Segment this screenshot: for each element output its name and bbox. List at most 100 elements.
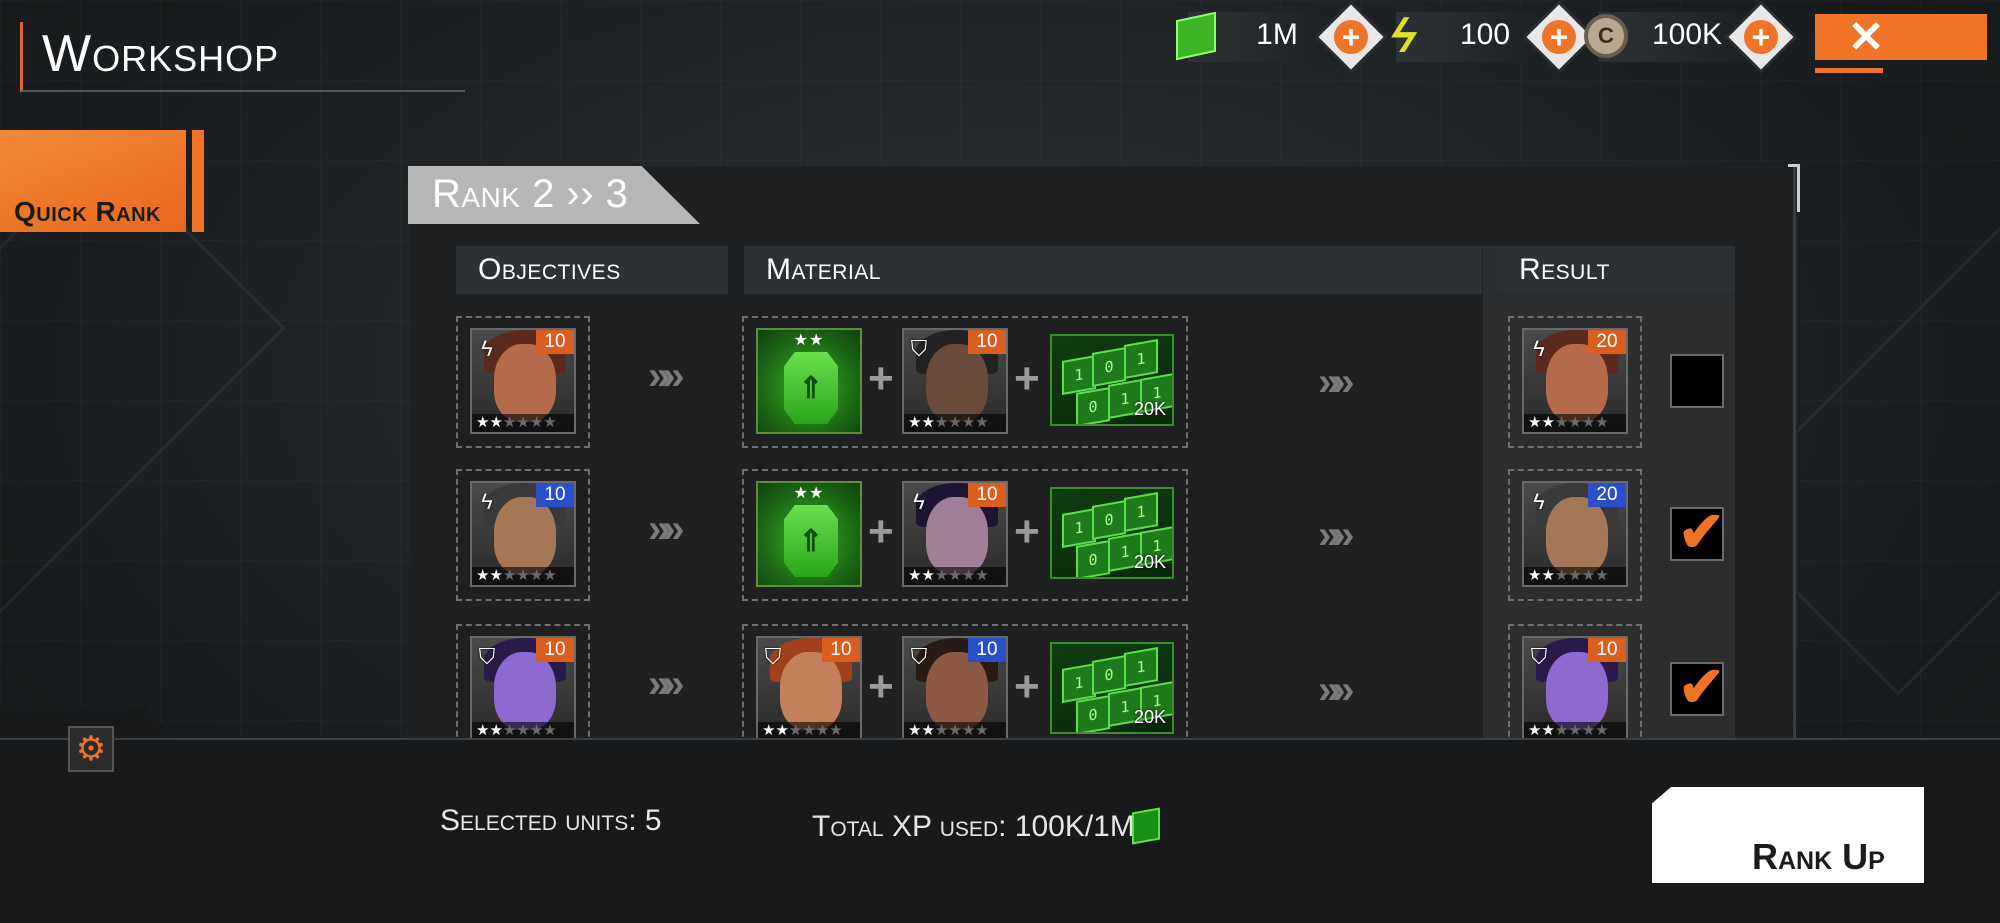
rank-rows: ϟ 10 ★★★★★★»» ★★ ⇑ + ⛉ 10 ★★★★★★ +1 0 1 0 1 1 20K»» ϟ 20 ★…	[0, 0, 2000, 738]
star-empty-icon: ★	[1581, 414, 1596, 431]
portrait-face	[926, 652, 988, 730]
material-unit-card[interactable]: ⛉ 10 ★★★★★★	[902, 328, 1008, 434]
star-filled-icon: ★	[921, 414, 935, 431]
upgrade-chip-item[interactable]: ★★ ⇑	[756, 481, 862, 587]
star-empty-icon: ★	[502, 414, 517, 431]
star-empty-icon: ★	[529, 567, 544, 584]
shield-class-icon: ⛉	[1530, 644, 1548, 669]
star-rating: ★★★★★★	[472, 414, 574, 432]
star-rating: ★★★★★★	[1524, 567, 1626, 585]
shield-class-icon: ⛉	[910, 336, 928, 361]
star-empty-icon: ★	[934, 414, 949, 431]
star-filled-icon: ★	[921, 722, 935, 738]
star-empty-icon: ★	[788, 722, 803, 738]
chevron-right-icon: »»	[1318, 513, 1354, 557]
xp-dice-item[interactable]: 1 0 1 0 1 1 20K	[1050, 642, 1174, 734]
star-empty-icon: ★	[502, 567, 517, 584]
result-unit-card[interactable]: ⛉ 10 ★★★★★★	[1522, 636, 1628, 738]
star-empty-icon: ★	[1568, 414, 1582, 431]
select-checkbox[interactable]: ✔	[1670, 500, 1725, 563]
chevron-right-icon: »»	[648, 354, 684, 398]
settings-button[interactable]: ⚙	[68, 726, 114, 772]
dice-icon: 1	[1062, 663, 1096, 703]
portrait-face	[926, 497, 988, 575]
objective-unit-card[interactable]: ϟ 10 ★★★★★★	[470, 481, 576, 587]
plus-icon: +	[1014, 507, 1040, 556]
objective-unit-card[interactable]: ⛉ 10 ★★★★★★	[470, 636, 576, 738]
select-checkbox[interactable]	[1670, 354, 1724, 408]
star-filled-icon: ★	[1528, 414, 1542, 431]
material-unit-card[interactable]: ϟ 10 ★★★★★★	[902, 481, 1008, 587]
plus-icon: +	[1014, 662, 1040, 711]
star-rating: ★★★★★★	[472, 567, 574, 585]
xp-dice-item[interactable]: 1 0 1 0 1 1 20K	[1050, 334, 1174, 426]
star-empty-icon: ★	[1568, 567, 1582, 584]
lightning-class-icon: ϟ	[913, 489, 925, 514]
portrait-face	[494, 497, 556, 575]
shield-class-icon: ⛉	[910, 644, 928, 669]
dice-amount: 20K	[1133, 399, 1166, 419]
star-filled-icon: ★	[476, 414, 490, 431]
star-empty-icon: ★	[975, 567, 989, 584]
star-rating: ★★★★★★	[1524, 722, 1626, 738]
plus-icon: +	[868, 662, 894, 711]
star-filled-icon: ★	[775, 722, 789, 738]
star-empty-icon: ★	[1595, 567, 1609, 584]
level-badge: 10	[968, 483, 1006, 507]
portrait-face	[1546, 652, 1608, 730]
star-filled-icon: ★	[1528, 567, 1542, 584]
shield-class-icon: ⛉	[478, 644, 496, 669]
objective-unit-card[interactable]: ϟ 10 ★★★★★★	[470, 328, 576, 434]
dice-icon: 0	[1092, 655, 1126, 695]
result-unit-card[interactable]: ϟ 20 ★★★★★★	[1522, 328, 1628, 434]
star-filled-icon: ★	[489, 722, 503, 738]
portrait-face	[494, 652, 556, 730]
upgrade-chip-item[interactable]: ★★ ⇑	[756, 328, 862, 434]
star-empty-icon: ★	[1581, 567, 1596, 584]
chip-icon: ⇑	[784, 505, 838, 577]
star-empty-icon: ★	[1554, 414, 1569, 431]
star-empty-icon: ★	[516, 414, 530, 431]
lightning-class-icon: ϟ	[481, 336, 493, 361]
star-empty-icon: ★	[975, 414, 989, 431]
star-rating: ★★★★★★	[472, 722, 574, 738]
dice-icon: 0	[1076, 695, 1110, 732]
star-filled-icon: ★	[908, 722, 922, 738]
star-empty-icon: ★	[1554, 722, 1569, 738]
level-badge: 10	[968, 330, 1006, 354]
star-rating: ★★★★★★	[904, 414, 1006, 432]
star-rating: ★★★★★★	[904, 567, 1006, 585]
dice-icon: 0	[1076, 540, 1110, 577]
lightning-class-icon: ϟ	[1533, 489, 1545, 514]
portrait-face	[494, 344, 556, 422]
shield-class-icon: ⛉	[764, 644, 782, 669]
star-filled-icon: ★	[489, 414, 503, 431]
level-badge: 10	[536, 638, 574, 662]
star-filled-icon: ★	[1528, 722, 1542, 738]
star-filled-icon: ★	[908, 567, 922, 584]
star-rating: ★★★★★★	[758, 722, 860, 738]
star-rating: ★★★★★★	[1524, 414, 1626, 432]
star-empty-icon: ★	[516, 722, 530, 738]
plus-icon: +	[868, 507, 894, 556]
dice-icon: 0	[1076, 387, 1110, 424]
dice-icon: 1	[1062, 355, 1096, 395]
star-empty-icon: ★	[1568, 722, 1582, 738]
rank-up-label[interactable]: Rank Up	[1752, 836, 1885, 878]
star-empty-icon: ★	[961, 567, 976, 584]
star-empty-icon: ★	[543, 567, 557, 584]
lightning-class-icon: ϟ	[481, 489, 493, 514]
dice-amount: 20K	[1133, 552, 1166, 572]
star-empty-icon: ★	[802, 722, 816, 738]
star-empty-icon: ★	[1595, 414, 1609, 431]
result-unit-card[interactable]: ϟ 20 ★★★★★★	[1522, 481, 1628, 587]
star-empty-icon: ★	[961, 722, 976, 738]
star-empty-icon: ★	[948, 414, 962, 431]
material-unit-card[interactable]: ⛉ 10 ★★★★★★	[756, 636, 862, 738]
xp-dice-item[interactable]: 1 0 1 0 1 1 20K	[1050, 487, 1174, 579]
material-unit-card[interactable]: ⛉ 10 ★★★★★★	[902, 636, 1008, 738]
select-checkbox[interactable]: ✔	[1670, 655, 1725, 718]
level-badge: 20	[1588, 330, 1626, 354]
star-empty-icon: ★	[961, 414, 976, 431]
star-filled-icon: ★	[908, 414, 922, 431]
